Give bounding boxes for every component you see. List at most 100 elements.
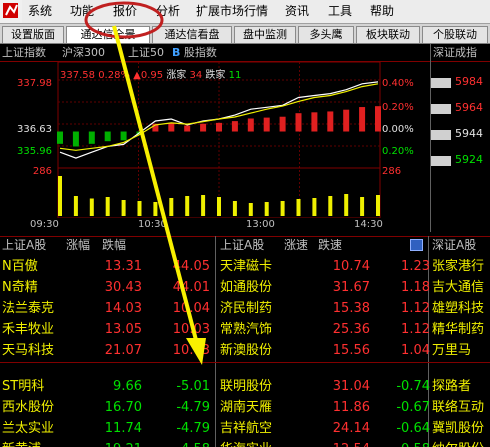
- t1-row[interactable]: N百傲 13.31 44.05: [2, 256, 212, 277]
- t1-price: 14.03: [104, 301, 142, 316]
- menu-news[interactable]: 资讯: [285, 3, 309, 20]
- t1-row[interactable]: 法兰泰克 14.03 10.04: [2, 298, 212, 319]
- t1-row[interactable]: 兰太实业 11.74 -4.79: [2, 418, 212, 439]
- volume-bar: [201, 195, 206, 216]
- t3-row[interactable]: 纳尔股份: [432, 439, 490, 447]
- t3-head-market[interactable]: 深证A股: [432, 236, 476, 254]
- t2-price: 15.38: [332, 301, 370, 316]
- fluctuation-bar: [311, 112, 318, 132]
- t1-price: 9.66: [113, 379, 142, 394]
- t1-row[interactable]: 新黄浦 19.21-4.58: [2, 439, 212, 447]
- info-rise-count: 34: [189, 70, 203, 81]
- t1-row[interactable]: N奇精 30.43 44.01: [2, 277, 212, 298]
- volume-bar: [264, 202, 269, 216]
- t1-head-rise[interactable]: 涨幅: [66, 236, 90, 254]
- right-axis-volume: 286: [382, 166, 402, 177]
- t2-head-rise-speed[interactable]: 涨速: [284, 236, 308, 254]
- t1-head-market[interactable]: 上证A股: [2, 236, 46, 254]
- intraday-chart[interactable]: [0, 62, 430, 218]
- time-axis: 09:30 10:30 13:00 14:30: [0, 218, 430, 232]
- t1-price: 13.31: [104, 259, 142, 274]
- t2-head-fall-speed[interactable]: 跌速: [318, 236, 342, 254]
- t3-row[interactable]: 万里马: [432, 340, 490, 361]
- t2-row[interactable]: 济民制药 15.38 1.12: [220, 298, 430, 319]
- t2-row[interactable]: 湖南天雁 11.86 -0.67: [220, 397, 430, 418]
- left-axis-low: 335.96: [17, 146, 52, 157]
- menu-extended-market[interactable]: 扩展市场行情: [196, 3, 268, 20]
- t2-stock-name: 常熟汽饰: [220, 322, 273, 337]
- volume-bar: [121, 200, 126, 216]
- side-value-2: 5964: [455, 101, 483, 114]
- menu-analysis[interactable]: 分析: [156, 3, 180, 20]
- volume-bar: [312, 198, 317, 216]
- tab-sector-linkage[interactable]: 板块联动: [356, 26, 420, 43]
- t2-head-market[interactable]: 上证A股: [220, 236, 264, 254]
- t3-row[interactable]: 探路者: [432, 376, 490, 397]
- t3-row[interactable]: 吉大通信: [432, 277, 490, 298]
- fluctuation-bar: [263, 117, 270, 132]
- menu-system[interactable]: 系统: [28, 3, 52, 20]
- t1-change: 44.01: [172, 280, 210, 295]
- fluctuation-bar: [72, 131, 79, 147]
- t2-row[interactable]: 天津磁卡 10.74 1.23: [220, 256, 430, 277]
- time-label-0930: 09:30: [30, 219, 59, 230]
- t3-row[interactable]: 冀凯股份: [432, 418, 490, 439]
- volume-bar: [232, 201, 237, 216]
- t1-head-fall[interactable]: 跌幅: [102, 236, 126, 254]
- tab-tdx-watch[interactable]: 通达信看盘: [152, 26, 232, 43]
- side-bar-3: [431, 130, 451, 140]
- t1-change: -4.58: [142, 439, 210, 447]
- fluctuation-bar: [295, 113, 302, 132]
- index-tab-hs300[interactable]: 沪深300: [62, 45, 105, 61]
- volume-bar: [89, 198, 94, 216]
- t2-row[interactable]: 吉祥航空 24.14 -0.64: [220, 418, 430, 439]
- t2-row[interactable]: 如通股份 31.67 1.18: [220, 277, 430, 298]
- t2-row[interactable]: 华海实业 12.54 -0.58: [220, 439, 430, 447]
- volume-bar: [217, 197, 221, 216]
- tab-stock-linkage[interactable]: 个股联动: [422, 26, 488, 43]
- t3-row[interactable]: 雄塑科技: [432, 298, 490, 319]
- menu-function[interactable]: 功能: [70, 3, 94, 20]
- t3-row[interactable]: 精华制药: [432, 319, 490, 340]
- index-tab-shanghai[interactable]: 上证指数: [2, 45, 46, 61]
- tab-intraday-monitor[interactable]: 盘中监测: [234, 26, 296, 43]
- t2-row[interactable]: 常熟汽饰 25.36 1.12: [220, 319, 430, 340]
- b-share-label: 股指数: [183, 46, 217, 59]
- t2-stock-name: 联明股份: [220, 379, 273, 394]
- menu-help[interactable]: 帮助: [370, 3, 394, 20]
- menu-tools[interactable]: 工具: [328, 3, 352, 20]
- t1-stock-name: N百傲: [2, 259, 38, 274]
- t2-price: 24.14: [332, 421, 370, 436]
- tab-bull-eagle[interactable]: 多头鹰: [298, 26, 354, 43]
- t2-row[interactable]: 新澳股份 15.56 1.04: [220, 340, 430, 361]
- t3-row[interactable]: 张家港行: [432, 256, 490, 277]
- t2-row[interactable]: 联明股份 31.04 -0.74: [220, 376, 430, 397]
- left-axis-top: 337.98: [17, 78, 52, 89]
- grid-settings-icon[interactable]: [410, 239, 423, 251]
- t2-stock-name: 济民制药: [220, 301, 273, 316]
- t1-row[interactable]: 天马科技 21.07 10.03: [2, 340, 212, 361]
- tab-tdx-panorama[interactable]: 通达信全景: [66, 26, 150, 43]
- t1-row[interactable]: 禾丰牧业 13.05 10.03: [2, 319, 212, 340]
- t2-price: 31.04: [332, 379, 370, 394]
- t1-stock-name: 禾丰牧业: [2, 322, 55, 337]
- fluctuation-bar: [200, 123, 207, 132]
- fluctuation-bar: [343, 109, 350, 132]
- volume-bar: [360, 197, 365, 216]
- info-pct: 0.28%: [98, 70, 130, 81]
- menu-quote[interactable]: 报价: [113, 3, 137, 20]
- right-axis-top: 0.40%: [382, 78, 414, 89]
- info-rise-label: 涨家: [166, 70, 187, 81]
- index-tab-sz50[interactable]: 上证50: [128, 45, 164, 61]
- tab-layout-settings[interactable]: 设置版面: [2, 26, 64, 43]
- intraday-chart-panel[interactable]: 337.58 0.28% ▲0.95 涨家 34 跌家 11 337.98 33…: [0, 62, 430, 232]
- t1-price: 13.05: [104, 322, 142, 337]
- volume-bar: [280, 201, 285, 216]
- side-index-panel[interactable]: 深证成指 5984 5964 5944 5924: [430, 44, 490, 232]
- t1-row[interactable]: ST明科 9.66 -5.01: [2, 376, 212, 397]
- t1-row[interactable]: 西水股份 16.70 -4.79: [2, 397, 212, 418]
- t1-stock-name: 天马科技: [2, 343, 55, 358]
- index-tab-b-share[interactable]: B 股指数: [172, 45, 217, 61]
- t1-stock-name: 法兰泰克: [2, 301, 55, 316]
- t3-row[interactable]: 联络互动: [432, 397, 490, 418]
